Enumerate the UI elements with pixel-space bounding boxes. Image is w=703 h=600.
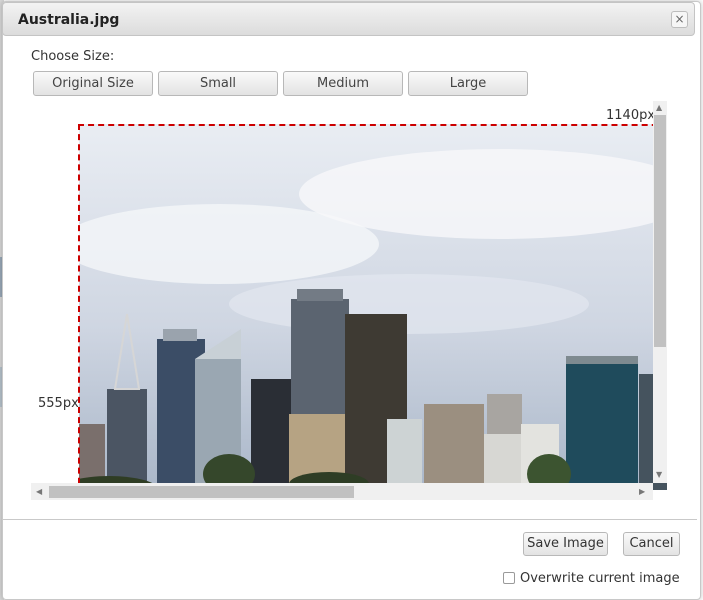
height-label: 555px (38, 396, 79, 411)
vertical-scroll-thumb[interactable] (654, 115, 666, 347)
scroll-up-icon[interactable]: ▲ (656, 103, 662, 113)
scroll-left-icon[interactable]: ◀ (36, 487, 42, 497)
overwrite-label[interactable]: Overwrite current image (520, 571, 680, 586)
image-preview-area (31, 100, 667, 500)
large-size-button[interactable]: Large (408, 71, 528, 96)
close-icon: × (674, 12, 685, 26)
dialog-title: Australia.jpg (18, 12, 120, 28)
cancel-button[interactable]: Cancel (623, 532, 680, 556)
vertical-scrollbar[interactable]: ▲ ▼ (653, 101, 667, 483)
save-image-button[interactable]: Save Image (523, 532, 608, 556)
medium-size-button[interactable]: Medium (283, 71, 403, 96)
scroll-right-icon[interactable]: ▶ (639, 487, 645, 497)
scroll-down-icon[interactable]: ▼ (656, 470, 662, 480)
choose-size-label: Choose Size: (31, 49, 115, 64)
width-label: 1140px (606, 108, 656, 123)
footer-divider (2, 519, 697, 520)
small-size-button[interactable]: Small (158, 71, 278, 96)
crop-frame[interactable] (78, 124, 667, 500)
overwrite-checkbox[interactable] (503, 572, 515, 584)
original-size-button[interactable]: Original Size (33, 71, 153, 96)
dialog-titlebar[interactable]: Australia.jpg × (2, 2, 695, 36)
horizontal-scrollbar[interactable]: ◀ ▶ (31, 483, 653, 500)
close-button[interactable]: × (671, 11, 688, 28)
horizontal-scroll-thumb[interactable] (49, 486, 354, 498)
